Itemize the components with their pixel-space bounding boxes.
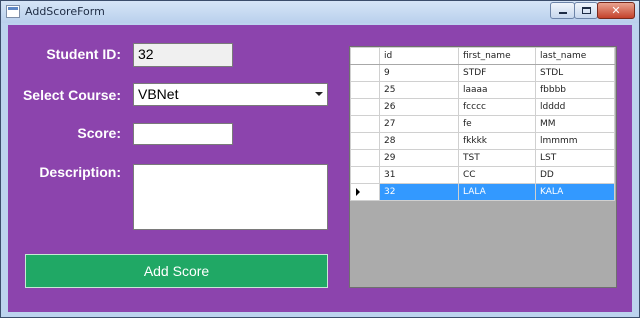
- row-header[interactable]: [350, 81, 380, 99]
- add-score-button[interactable]: Add Score: [25, 254, 328, 288]
- cell-last-name[interactable]: fbbbb: [535, 81, 615, 99]
- maximize-icon: [582, 7, 591, 14]
- minimize-icon: [559, 12, 567, 14]
- form-client-area: Student ID: 32 Select Course: VBNet Scor…: [8, 25, 632, 312]
- table-row[interactable]: 31 CC DD: [350, 166, 615, 184]
- cell-first-name[interactable]: STDF: [458, 64, 536, 82]
- row-header[interactable]: [350, 149, 380, 167]
- cell-last-name[interactable]: ldddd: [535, 98, 615, 116]
- cell-id[interactable]: 28: [379, 132, 459, 150]
- row-header[interactable]: [350, 183, 380, 201]
- course-label: Select Course:: [22, 87, 121, 103]
- students-table: id first_name last_name 9 STDF STDL 25 laaaa…: [350, 47, 615, 201]
- score-label: Score:: [77, 125, 121, 141]
- cell-first-name[interactable]: LALA: [458, 183, 536, 201]
- description-field[interactable]: [133, 164, 328, 230]
- minimize-button[interactable]: [550, 2, 575, 19]
- cell-last-name[interactable]: lmmmm: [535, 132, 615, 150]
- description-label: Description:: [39, 164, 121, 180]
- row-header[interactable]: [350, 166, 380, 184]
- window-title: AddScoreForm: [25, 5, 105, 18]
- row-header[interactable]: [350, 132, 380, 150]
- cell-id[interactable]: 29: [379, 149, 459, 167]
- cell-id[interactable]: 27: [379, 115, 459, 133]
- cell-last-name[interactable]: LST: [535, 149, 615, 167]
- cell-last-name[interactable]: STDL: [535, 64, 615, 82]
- cell-first-name[interactable]: TST: [458, 149, 536, 167]
- row-header[interactable]: [350, 98, 380, 116]
- add-score-window: AddScoreForm ✕ Student ID: 32 Select Cou…: [0, 0, 640, 318]
- cell-first-name[interactable]: fcccc: [458, 98, 536, 116]
- column-header-first-name[interactable]: first_name: [458, 47, 536, 65]
- title-bar[interactable]: AddScoreForm ✕: [1, 1, 639, 23]
- table-row[interactable]: 32 LALA KALA: [350, 183, 615, 201]
- cell-id[interactable]: 25: [379, 81, 459, 99]
- table-row[interactable]: 9 STDF STDL: [350, 64, 615, 82]
- cell-id[interactable]: 26: [379, 98, 459, 116]
- table-row[interactable]: 26 fcccc ldddd: [350, 98, 615, 116]
- students-grid[interactable]: id first_name last_name 9 STDF STDL 25 laaaa…: [349, 46, 617, 288]
- row-header-corner[interactable]: [350, 47, 380, 65]
- app-icon: [6, 5, 20, 18]
- table-row[interactable]: 27 fe MM: [350, 115, 615, 133]
- cell-first-name[interactable]: fkkkk: [458, 132, 536, 150]
- student-id-label: Student ID:: [46, 46, 121, 62]
- close-button[interactable]: ✕: [597, 2, 635, 19]
- cell-first-name[interactable]: CC: [458, 166, 536, 184]
- cell-last-name[interactable]: KALA: [535, 183, 615, 201]
- course-selected-value: VBNet: [138, 86, 179, 102]
- column-header-last-name[interactable]: last_name: [535, 47, 615, 65]
- table-row[interactable]: 25 laaaa fbbbb: [350, 81, 615, 99]
- close-icon: ✕: [611, 4, 621, 17]
- student-id-field[interactable]: 32: [133, 43, 233, 67]
- cell-id[interactable]: 9: [379, 64, 459, 82]
- course-select[interactable]: VBNet: [133, 83, 328, 106]
- chevron-down-icon[interactable]: [315, 92, 323, 96]
- current-row-icon: [356, 187, 360, 196]
- cell-last-name[interactable]: DD: [535, 166, 615, 184]
- score-field[interactable]: [133, 123, 233, 145]
- row-header[interactable]: [350, 64, 380, 82]
- cell-id[interactable]: 32: [379, 183, 459, 201]
- cell-first-name[interactable]: fe: [458, 115, 536, 133]
- cell-last-name[interactable]: MM: [535, 115, 615, 133]
- table-row[interactable]: 29 TST LST: [350, 149, 615, 167]
- column-header-id[interactable]: id: [379, 47, 459, 65]
- cell-id[interactable]: 31: [379, 166, 459, 184]
- table-row[interactable]: 28 fkkkk lmmmm: [350, 132, 615, 150]
- maximize-button[interactable]: [574, 2, 598, 19]
- cell-first-name[interactable]: laaaa: [458, 81, 536, 99]
- header-row: id first_name last_name: [350, 47, 615, 65]
- row-header[interactable]: [350, 115, 380, 133]
